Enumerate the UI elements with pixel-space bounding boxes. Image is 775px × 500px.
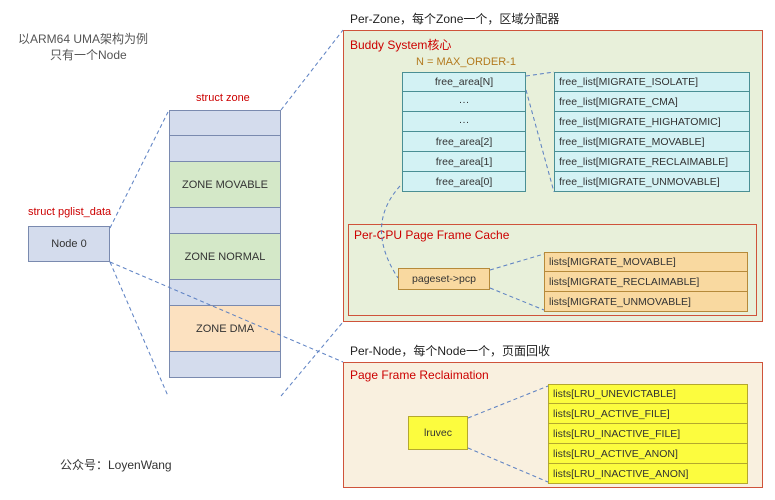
free-list-cell: free_list[MIGRATE_CMA] [554, 92, 750, 112]
free-area-cell: free_area[2] [402, 132, 526, 152]
lru-list-cell: lists[LRU_UNEVICTABLE] [548, 384, 748, 404]
free-list-cell: free_list[MIGRATE_HIGHATOMIC] [554, 112, 750, 132]
free-list-cell: free_list[MIGRATE_RECLAIMABLE] [554, 152, 750, 172]
free-area-cell: free_area[0] [402, 172, 526, 192]
zone-cell [169, 280, 281, 306]
pcpu-list-cell: lists[MIGRATE_UNMOVABLE] [544, 292, 748, 312]
footer-credit: 公众号：LoyenWang [60, 456, 172, 473]
header-title-1: 以ARM64 UMA架构为例 [18, 30, 148, 47]
free-area-cell: ··· [402, 112, 526, 132]
zone-cell [169, 208, 281, 234]
free-list-list: free_list[MIGRATE_ISOLATE]free_list[MIGR… [554, 72, 750, 192]
buddy-title: Buddy System核心 [350, 36, 451, 53]
pageset-box: pageset->pcp [398, 268, 490, 290]
lru-list-cell: lists[LRU_INACTIVE_FILE] [548, 424, 748, 444]
lru-lists: lists[LRU_UNEVICTABLE]lists[LRU_ACTIVE_F… [548, 384, 748, 484]
node-box: Node 0 [28, 226, 110, 262]
free-list-cell: free_list[MIGRATE_MOVABLE] [554, 132, 750, 152]
lru-list-cell: lists[LRU_ACTIVE_ANON] [548, 444, 748, 464]
zone-cell: ZONE DMA [169, 306, 281, 352]
zone-cell [169, 352, 281, 378]
zone-cell [169, 136, 281, 162]
free-area-cell: free_area[N] [402, 72, 526, 92]
reclaim-title: Page Frame Reclaimation [350, 368, 489, 382]
zone-cell: ZONE NORMAL [169, 234, 281, 280]
pglist-label: struct pglist_data [28, 206, 111, 218]
lruvec-box: lruvec [408, 416, 468, 450]
perzone-caption: Per-Zone，每个Zone一个，区域分配器 [350, 10, 559, 27]
free-area-cell: free_area[1] [402, 152, 526, 172]
lru-list-cell: lists[LRU_ACTIVE_FILE] [548, 404, 748, 424]
zone-stack: ZONE MOVABLE ZONE NORMAL ZONE DMA [169, 110, 281, 378]
pcpu-list-cell: lists[MIGRATE_RECLAIMABLE] [544, 272, 748, 292]
pcpu-list-cell: lists[MIGRATE_MOVABLE] [544, 252, 748, 272]
zone-label: struct zone [196, 92, 250, 104]
lru-list-cell: lists[LRU_INACTIVE_ANON] [548, 464, 748, 484]
zone-cell [169, 110, 281, 136]
header-title-2: 只有一个Node [50, 46, 127, 63]
pcpu-lists: lists[MIGRATE_MOVABLE]lists[MIGRATE_RECL… [544, 252, 748, 312]
zone-cell: ZONE MOVABLE [169, 162, 281, 208]
n-label: N = MAX_ORDER-1 [416, 56, 516, 68]
pernode-caption: Per-Node，每个Node一个，页面回收 [350, 342, 550, 359]
free-list-cell: free_list[MIGRATE_ISOLATE] [554, 72, 750, 92]
free-list-cell: free_list[MIGRATE_UNMOVABLE] [554, 172, 750, 192]
free-area-list: free_area[N]······free_area[2]free_area[… [402, 72, 526, 192]
percpu-title: Per-CPU Page Frame Cache [354, 228, 509, 242]
free-area-cell: ··· [402, 92, 526, 112]
